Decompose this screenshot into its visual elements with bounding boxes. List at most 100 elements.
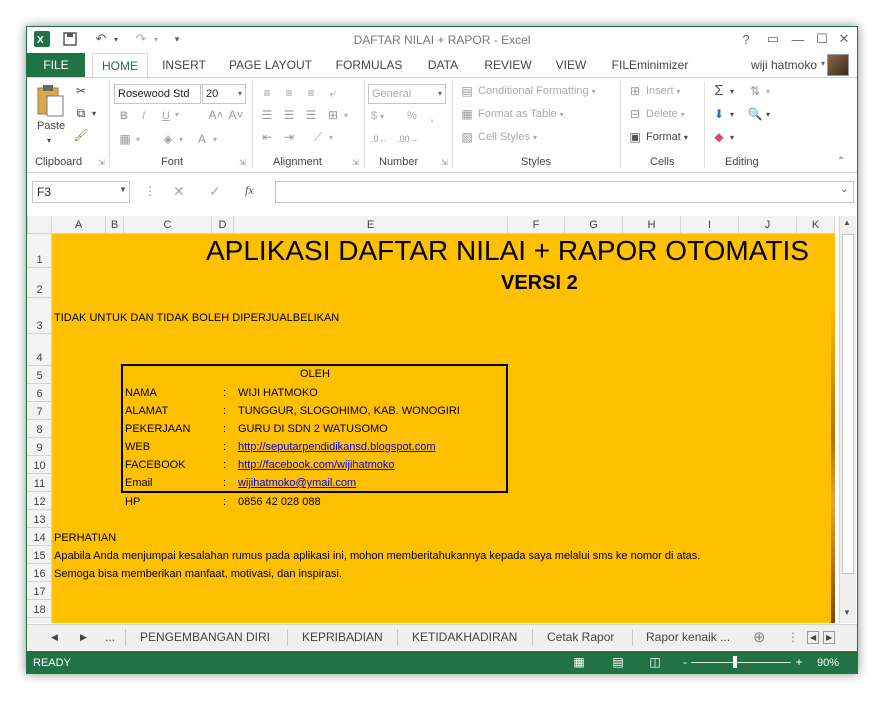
row-header[interactable]: 15: [27, 546, 52, 564]
row-header[interactable]: 3: [27, 298, 52, 334]
cell-styles-button[interactable]: ▧ Cell Styles ▾: [459, 130, 537, 144]
column-header[interactable]: I: [681, 216, 739, 234]
clear-icon[interactable]: ◆ ▾: [711, 130, 734, 144]
row-header[interactable]: 13: [27, 510, 52, 528]
paste-dropdown-icon[interactable]: ▾: [47, 136, 51, 145]
zoom-in-button[interactable]: +: [791, 655, 807, 669]
version-label[interactable]: VERSI 2: [501, 272, 578, 295]
align-center-icon[interactable]: ☰: [281, 108, 297, 122]
page-break-view-icon[interactable]: ◫: [647, 655, 663, 669]
zoom-slider[interactable]: [691, 662, 791, 663]
column-header[interactable]: H: [623, 216, 681, 234]
tab-fileminimizer[interactable]: FILEminimizer: [607, 53, 693, 77]
row-header[interactable]: 16: [27, 564, 52, 582]
percent-button[interactable]: %: [407, 110, 417, 122]
row-header[interactable]: 12: [27, 492, 52, 510]
decrease-indent-icon[interactable]: ⇤: [259, 130, 275, 144]
row-header[interactable]: 2: [27, 268, 52, 298]
tab-data[interactable]: DATA: [421, 53, 465, 77]
info-label[interactable]: NAMA: [125, 387, 157, 399]
align-middle-icon[interactable]: ≡: [281, 86, 297, 100]
font-size-combo[interactable]: 20 ▾: [202, 84, 246, 104]
page-layout-view-icon[interactable]: ▤: [610, 655, 626, 669]
conditional-formatting-button[interactable]: ▤ Conditional Formatting ▾: [459, 84, 595, 98]
minimize-button[interactable]: —: [787, 29, 809, 49]
enter-icon[interactable]: ✓: [209, 183, 221, 200]
vertical-scrollbar[interactable]: ▲ ▼: [839, 216, 856, 623]
paste-button[interactable]: Paste: [37, 120, 65, 132]
column-header[interactable]: A: [52, 216, 106, 234]
cancel-icon[interactable]: ✕: [173, 183, 185, 200]
sheet-tab[interactable]: Rapor kenaik ...: [646, 630, 730, 644]
increase-decimal-icon[interactable]: .0←: [371, 132, 388, 146]
format-as-table-button[interactable]: ▦ Format as Table ▾: [459, 107, 563, 121]
sheet-title[interactable]: APLIKASI DAFTAR NILAI + RAPOR OTOMATIS: [206, 235, 809, 267]
paste-icon[interactable]: [35, 84, 65, 118]
collapse-ribbon-icon[interactable]: ⌃: [837, 156, 845, 167]
sort-filter-icon[interactable]: ⇅ ▾: [747, 84, 770, 98]
cut-icon[interactable]: ✂: [73, 84, 89, 98]
info-value[interactable]: TUNGGUR, SLOGOHIMO, KAB. WONOGIRI: [238, 405, 460, 417]
underline-button[interactable]: U: [162, 110, 170, 122]
formula-input[interactable]: [275, 181, 854, 203]
info-label[interactable]: Email: [125, 477, 153, 489]
sheet-tab[interactable]: Cetak Rapor: [547, 630, 614, 644]
underline-dropdown-icon[interactable]: ▾: [175, 110, 179, 119]
info-label[interactable]: FACEBOOK: [125, 459, 186, 471]
align-right-icon[interactable]: ☰: [303, 108, 319, 122]
scroll-right-icon[interactable]: ▶: [823, 631, 836, 644]
sheet-tab[interactable]: KETIDAKHADIRAN: [412, 630, 517, 644]
user-name[interactable]: wiji hatmoko: [751, 58, 817, 72]
expand-formula-icon[interactable]: ⌄: [840, 184, 848, 195]
sheet-tab[interactable]: KEPRIBADIAN: [302, 630, 383, 644]
row-header[interactable]: 14: [27, 528, 52, 546]
autosum-icon[interactable]: Σ ▾: [711, 83, 734, 98]
increase-font-icon[interactable]: A˄: [208, 108, 224, 122]
zoom-level[interactable]: 90%: [817, 657, 839, 669]
scroll-up-icon[interactable]: ▲: [843, 218, 851, 227]
tab-page-layout[interactable]: PAGE LAYOUT: [223, 53, 318, 77]
notice-text[interactable]: TIDAK UNTUK DAN TIDAK BOLEH DIPERJUALBEL…: [54, 312, 339, 324]
wrap-text-icon[interactable]: ⤶: [325, 86, 341, 100]
info-value[interactable]: WIJI HATMOKO: [238, 387, 318, 399]
column-header[interactable]: F: [508, 216, 565, 234]
message-line[interactable]: Apabila Anda menjumpai kesalahan rumus p…: [54, 550, 700, 562]
name-box[interactable]: F3: [32, 181, 130, 203]
bold-button[interactable]: B: [120, 110, 128, 122]
info-label[interactable]: ALAMAT: [125, 405, 168, 417]
copy-icon[interactable]: ⧉ ▾: [73, 106, 96, 120]
column-header[interactable]: E: [234, 216, 508, 234]
tab-file[interactable]: FILE: [27, 53, 85, 77]
avatar[interactable]: [827, 54, 849, 76]
normal-view-icon[interactable]: ▦: [571, 655, 587, 669]
sheet-content[interactable]: APLIKASI DAFTAR NILAI + RAPOR OTOMATIS V…: [52, 234, 835, 623]
clipboard-launcher-icon[interactable]: ⇲: [98, 158, 105, 167]
format-cells-button[interactable]: ▣ Format ▾: [627, 130, 688, 144]
formula-options-icon[interactable]: ⋮: [144, 184, 156, 198]
merge-center-icon[interactable]: ⊞ ▾: [325, 108, 348, 122]
comma-button[interactable]: ,: [430, 108, 434, 124]
decrease-decimal-icon[interactable]: .00→: [397, 132, 419, 146]
tab-options-icon[interactable]: ⋮: [787, 630, 799, 644]
email-link[interactable]: wijihatmoko@ymail.com: [238, 477, 356, 489]
maximize-button[interactable]: ☐: [811, 29, 833, 49]
italic-button[interactable]: I: [142, 110, 145, 122]
column-header[interactable]: G: [565, 216, 623, 234]
zoom-slider-thumb[interactable]: [733, 656, 737, 668]
row-header[interactable]: 10: [27, 456, 52, 474]
scroll-down-icon[interactable]: ▼: [843, 608, 851, 617]
alignment-launcher-icon[interactable]: ⇲: [352, 158, 359, 167]
row-header[interactable]: 6: [27, 384, 52, 402]
column-header[interactable]: J: [739, 216, 797, 234]
facebook-link[interactable]: http://facebook.com/wijihatmoko: [238, 459, 395, 471]
scrollbar-thumb[interactable]: [842, 234, 854, 574]
number-launcher-icon[interactable]: ⇲: [441, 158, 448, 167]
fill-color-icon[interactable]: ◈ ▾: [160, 132, 183, 146]
font-launcher-icon[interactable]: ⇲: [239, 158, 246, 167]
add-sheet-icon[interactable]: ⊕: [753, 628, 766, 646]
close-button[interactable]: ✕: [833, 29, 855, 49]
attention-heading[interactable]: PERHATIAN: [54, 532, 116, 544]
number-format-combo[interactable]: General ▾: [368, 84, 446, 104]
borders-icon[interactable]: ▦ ▾: [117, 132, 140, 146]
select-all-corner[interactable]: [27, 216, 52, 234]
